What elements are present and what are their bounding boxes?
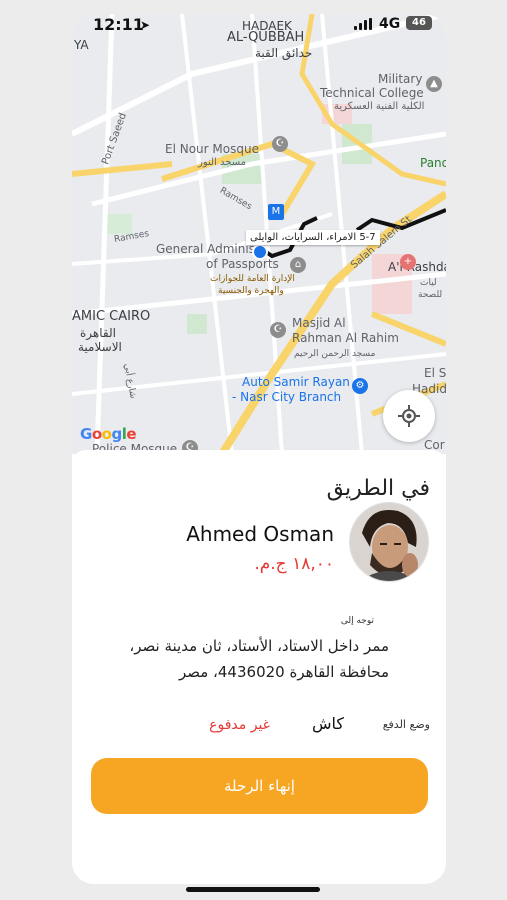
home-indicator[interactable] xyxy=(186,887,320,892)
destination-callout[interactable]: 5-7 الامراء، السرايات، الوايلى xyxy=(246,230,380,245)
battery-icon: 46 xyxy=(406,16,432,30)
payment-status: غير مدفوع xyxy=(209,717,270,733)
map-label: والهجرة والجنسية xyxy=(218,286,284,296)
map-label: الكلية الفنية العسكرية xyxy=(334,101,425,112)
crosshair-icon xyxy=(398,405,420,427)
map-label: Technical College xyxy=(320,86,424,100)
payment-mode-label: وضع الدفع xyxy=(382,718,430,731)
map-label: مسجد الرحمن الرحيم xyxy=(294,349,376,359)
map-label: Rahman Al Rahim xyxy=(292,331,399,345)
map-label: القاهرة xyxy=(80,326,116,340)
car-service-pin-icon[interactable]: ⚙ xyxy=(352,378,368,394)
mosque-pin-icon[interactable]: ☪ xyxy=(270,322,286,338)
map-label: Military xyxy=(378,72,423,86)
map-label: El Se xyxy=(424,366,446,380)
end-trip-button[interactable]: إنهاء الرحلة xyxy=(91,758,428,814)
driver-photo xyxy=(350,503,428,581)
map-label: El Nour Mosque xyxy=(165,142,259,156)
driver-avatar[interactable] xyxy=(349,502,429,582)
metro-station-icon[interactable]: M xyxy=(268,204,284,220)
map-label: of Passports xyxy=(206,257,279,271)
major-road xyxy=(72,161,173,177)
park-area xyxy=(187,314,207,334)
trip-bottom-sheet: في الطريق Ahmed Osman ١٨,٠٠ ج.م. توجه إل… xyxy=(72,450,446,884)
road xyxy=(180,14,234,454)
app-screen: HADAEK AL-QUBBAH حدائق القبة YA Military… xyxy=(72,14,446,884)
map-label: مسجد النور xyxy=(198,157,246,168)
map-label: AMIC CAIRO xyxy=(72,309,151,324)
hospital-pin-icon[interactable]: + xyxy=(400,254,416,270)
current-location-dot-icon xyxy=(252,244,268,260)
google-logo: Google xyxy=(80,425,137,443)
location-arrow-icon: ➤ xyxy=(140,18,151,32)
map-view[interactable]: HADAEK AL-QUBBAH حدائق القبة YA Military… xyxy=(72,14,446,454)
map-label: YA xyxy=(74,38,89,52)
map-label: Auto Samir Rayan xyxy=(242,375,350,389)
map-label: A'l Rashda xyxy=(388,260,446,274)
destination-label: توجه إلى xyxy=(340,616,374,626)
trip-fare: ١٨,٠٠ ج.م. xyxy=(254,554,334,574)
government-pin-icon[interactable]: ⌂ xyxy=(290,257,306,273)
map-label: Masjid Al xyxy=(292,316,346,330)
payment-method: كاش xyxy=(311,714,344,733)
map-label: الاسلامية xyxy=(78,340,122,354)
map-label: Pano xyxy=(420,156,446,170)
mosque-pin-icon[interactable]: ☪ xyxy=(272,136,288,152)
map-label: حدائق القبة xyxy=(255,46,313,60)
destination-address: ممر داخل الاستاد، الأستاد، ثان مدينة نصر… xyxy=(129,637,389,681)
driver-name: Ahmed Osman xyxy=(186,522,334,546)
school-pin-icon[interactable]: ▲ xyxy=(426,76,442,92)
map-label: General Adminis xyxy=(156,242,255,256)
map-label: - Nasr City Branch xyxy=(232,390,342,404)
status-bar: 12:11 ➤ 4G 46 xyxy=(0,0,507,34)
map-label: للصحة xyxy=(418,290,443,300)
my-location-button[interactable] xyxy=(383,390,435,442)
map-label: AL-QUBBAH xyxy=(227,30,305,45)
cellular-signal-icon xyxy=(354,18,374,30)
status-time: 12:11 xyxy=(93,15,144,34)
trip-status-title: في الطريق xyxy=(326,476,430,501)
network-type: 4G xyxy=(379,16,401,32)
